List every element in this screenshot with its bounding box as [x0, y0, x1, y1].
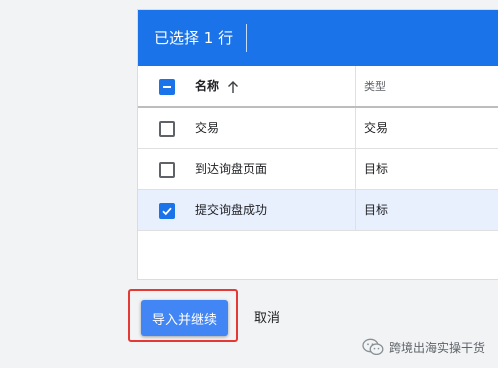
watermark-text: 跨境出海实操干货	[389, 340, 486, 355]
selection-count: 已选择 1 行	[154, 29, 234, 47]
column-divider	[355, 108, 356, 148]
watermark: 跨境出海实操干货	[362, 338, 485, 356]
table-row[interactable]: 交易 交易	[138, 108, 498, 149]
cancel-button[interactable]: 取消	[254, 311, 280, 327]
row-name: 提交询盘成功	[195, 203, 268, 217]
row-checkbox[interactable]	[159, 162, 175, 178]
dialog-stage: 已选择 1 行 名称 类型 交易 交易 到达询盘页面 目标 提交询盘成功 目标 …	[0, 0, 498, 368]
select-all-checkbox[interactable]	[159, 79, 175, 95]
table-header-row: 名称 类型	[138, 66, 498, 108]
column-divider	[355, 66, 356, 106]
row-type: 交易	[364, 121, 389, 135]
row-name: 到达询盘页面	[195, 162, 268, 176]
import-and-continue-button[interactable]: 导入并继续	[141, 300, 228, 336]
column-header-name[interactable]: 名称	[195, 79, 219, 94]
selection-bar: 已选择 1 行	[138, 10, 498, 66]
column-divider	[355, 149, 356, 189]
row-name: 交易	[195, 121, 220, 135]
selection-bar-divider	[246, 24, 247, 52]
row-checkbox-checked[interactable]	[159, 203, 175, 219]
column-divider	[355, 190, 356, 230]
row-type: 目标	[364, 203, 389, 217]
table-row[interactable]: 到达询盘页面 目标	[138, 149, 498, 190]
row-type: 目标	[364, 162, 389, 176]
checkmark-icon	[162, 207, 172, 216]
conversion-table-panel: 已选择 1 行 名称 类型 交易 交易 到达询盘页面 目标 提交询盘成功 目标	[137, 9, 498, 280]
wechat-icon	[362, 338, 384, 356]
column-header-type: 类型	[364, 80, 386, 93]
table-row-selected[interactable]: 提交询盘成功 目标	[138, 190, 498, 231]
arrow-up-icon[interactable]	[227, 80, 239, 94]
row-checkbox[interactable]	[159, 121, 175, 137]
